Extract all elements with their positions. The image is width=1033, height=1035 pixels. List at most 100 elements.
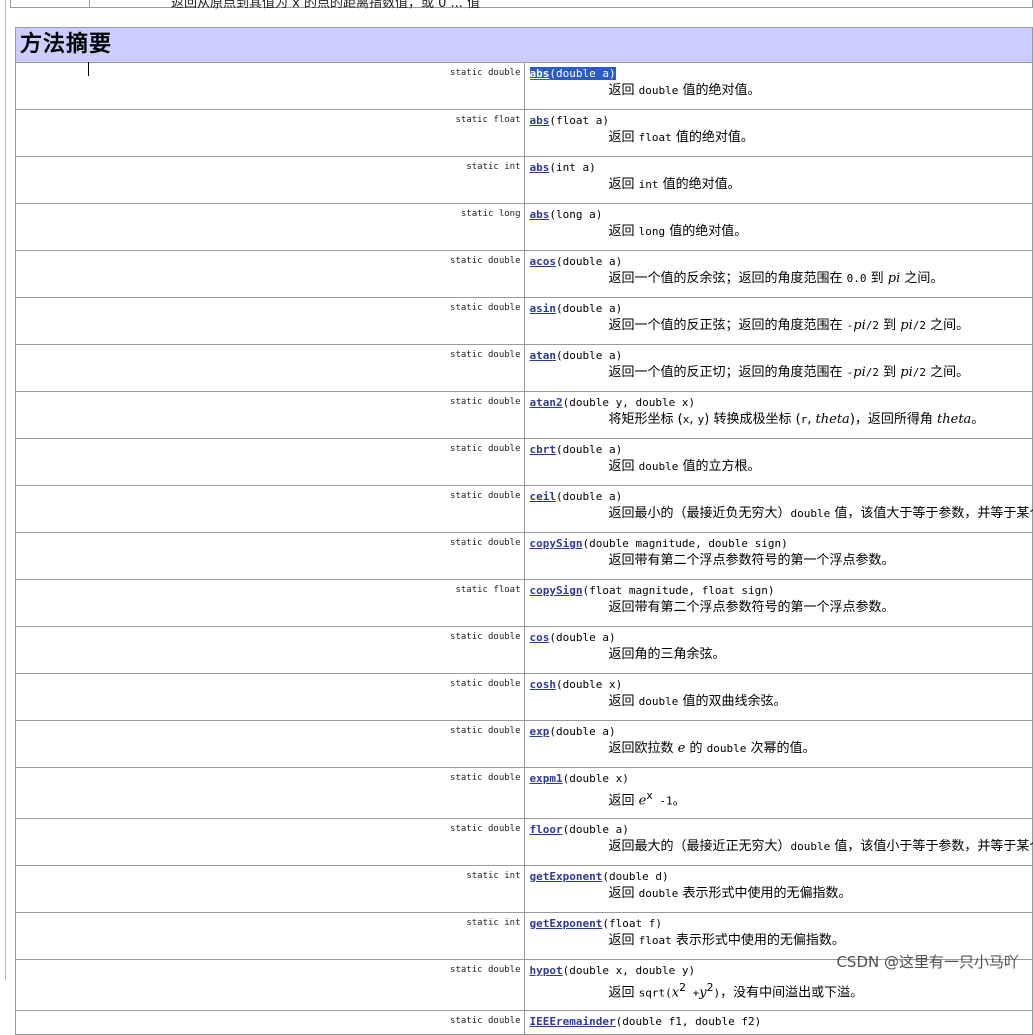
description-fragment: theta	[815, 412, 850, 427]
method-link-abs[interactable]: abs	[530, 208, 550, 221]
method-row: static double cos(double a) 返回角的三角余弦。	[15, 626, 1033, 674]
description-fragment: 返回带有第二个浮点参数符号的第一个浮点参数。	[608, 600, 895, 615]
method-return-type: static double	[15, 767, 525, 819]
method-link-getexponent[interactable]: getExponent	[530, 870, 603, 883]
method-link-floor[interactable]: floor	[530, 823, 563, 836]
description-fragment: ,	[689, 412, 698, 427]
method-link-abs[interactable]: abs	[530, 161, 550, 174]
method-return-type: static double	[15, 62, 525, 110]
method-row: static double asin(double a) 返回一个值的反正弦；返回的…	[15, 297, 1033, 345]
description-fragment: 返回带有第二个浮点参数符号的第一个浮点参数。	[608, 553, 895, 568]
description-fragment: )	[713, 986, 721, 1000]
method-link-abs[interactable]: abs	[530, 67, 550, 80]
method-row: static int getExponent(double d) 返回 double…	[15, 865, 1033, 913]
method-row: static int abs(int a) 返回 int 值的绝对值。	[15, 156, 1033, 204]
method-link-cos[interactable]: cos	[530, 631, 550, 644]
description-fragment: 返回	[608, 694, 639, 709]
method-link-ceil[interactable]: ceil	[530, 490, 557, 503]
description-fragment: float	[638, 131, 672, 144]
method-params: (double a)	[549, 631, 616, 644]
method-return-type: static double	[15, 250, 525, 298]
description-fragment: 返回一个值的反正切；返回的角度范围在	[608, 365, 847, 380]
method-link-abs[interactable]: abs	[530, 114, 550, 127]
description-fragment: 返回一个值的反正弦；返回的角度范围在	[608, 318, 847, 333]
method-params: (double x)	[562, 772, 629, 785]
method-link-copysign[interactable]: copySign	[530, 537, 583, 550]
method-link-exp[interactable]: exp	[530, 725, 550, 738]
description-fragment: 2	[706, 981, 714, 994]
method-signature: abs(double a)	[529, 66, 1033, 81]
description-fragment: 之间。	[926, 318, 970, 333]
method-description: 返回 double 值的立方根。	[530, 457, 1033, 477]
description-fragment: 返回	[608, 177, 639, 192]
method-link-hypot[interactable]: hypot	[530, 964, 563, 977]
method-signature: cos(double a)	[530, 630, 1033, 645]
method-row: static long abs(long a) 返回 long 值的绝对值。	[15, 203, 1033, 251]
description-fragment: int	[638, 178, 659, 191]
description-fragment: 。	[971, 412, 985, 427]
method-signature: expm1(double x)	[530, 771, 1033, 786]
method-return-type: static double	[15, 438, 525, 486]
description-fragment: 返回	[608, 985, 639, 1001]
method-link-getexponent[interactable]: getExponent	[530, 917, 603, 930]
method-row: static double abs(double a) 返回 double 值的绝对…	[15, 62, 1033, 110]
method-detail: abs(long a) 返回 long 值的绝对值。	[523, 203, 1033, 251]
method-link-acos[interactable]: acos	[530, 255, 557, 268]
description-fragment: 值的绝对值。	[671, 130, 754, 145]
method-link-atan2[interactable]: atan2	[530, 396, 563, 409]
description-fragment: double	[638, 695, 679, 708]
method-description: 返回最大的（最接近正无穷大）double 值，该值小于等于参数，并等于某个整数。	[530, 837, 1033, 857]
method-return-type: static double	[15, 532, 525, 580]
method-link-asin[interactable]: asin	[530, 302, 557, 315]
description-fragment: double	[638, 887, 679, 900]
method-params: (double a)	[556, 490, 623, 503]
method-row: static double exp(double a) 返回欧拉数 e 的 doub…	[15, 720, 1033, 768]
method-link-ieeeremainder[interactable]: IEEEremainder	[530, 1015, 616, 1028]
method-params: (double a)	[556, 255, 623, 268]
method-row: static double ceil(double a) 返回最小的（最接近负无穷大…	[15, 485, 1033, 533]
method-signature: acos(double a)	[530, 254, 1033, 269]
method-row: static double IEEEremainder(double f1, do…	[15, 1010, 1033, 1035]
method-summary-table: 方法摘要 static double abs(double a) 返回 double…	[15, 27, 1033, 1035]
description-fragment: -1	[652, 794, 673, 808]
description-fragment: long	[638, 225, 666, 238]
method-link-atan[interactable]: atan	[530, 349, 557, 362]
method-params: (float a)	[549, 114, 609, 127]
method-row: static double atan2(double y, double x) 将矩…	[15, 391, 1033, 439]
method-return-type: static long	[15, 203, 525, 251]
method-signature: copySign(float magnitude, float sign)	[530, 583, 1033, 598]
method-link-cosh[interactable]: cosh	[530, 678, 557, 691]
description-fragment: /2	[912, 319, 926, 332]
description-fragment: ,	[807, 412, 816, 427]
method-signature: asin(double a)	[530, 301, 1033, 316]
method-return-type: static double	[15, 1010, 525, 1035]
method-return-type: static int	[15, 912, 525, 960]
method-description: 返回带有第二个浮点参数符号的第一个浮点参数。	[530, 551, 1033, 571]
method-params: (double a)	[556, 443, 623, 456]
method-description: 返回欧拉数 e 的 double 次幂的值。	[530, 739, 1033, 759]
method-params: (double a)	[549, 725, 616, 738]
description-fragment: double	[638, 84, 679, 97]
method-params: (float magnitude, float sign)	[582, 584, 775, 597]
description-fragment: +	[686, 986, 700, 1000]
section-title: 方法摘要	[15, 27, 1033, 63]
method-signature: cosh(double x)	[530, 677, 1033, 692]
description-fragment: 返回一个值的反余弦；返回的角度范围在	[608, 271, 847, 286]
description-fragment: double	[638, 460, 679, 473]
method-row: static double floor(double a) 返回最大的（最接近正无穷…	[15, 818, 1033, 866]
method-signature: IEEEremainder(double f1, double f2)	[530, 1014, 1033, 1029]
method-params: (double x, double y)	[562, 964, 696, 977]
method-params: (double x)	[556, 678, 623, 691]
method-link-cbrt[interactable]: cbrt	[530, 443, 557, 456]
method-row: static double acos(double a) 返回一个值的反余弦；返回的…	[15, 250, 1033, 298]
description-fragment: 返回	[608, 886, 639, 901]
previous-table-divider	[89, 0, 90, 8]
method-description: 返回 sqrt(x2 +y2)，没有中间溢出或下溢。	[530, 978, 1033, 1003]
description-fragment: 到	[866, 271, 888, 286]
method-params: (float f)	[602, 917, 662, 930]
method-link-copysign[interactable]: copySign	[530, 584, 583, 597]
method-link-expm1[interactable]: expm1	[530, 772, 563, 785]
method-params: (double a)	[549, 67, 616, 80]
method-description: 将矩形坐标 (x, y) 转换成极坐标 (r, theta)，返回所得角 the…	[530, 410, 1033, 430]
method-row: static float copySign(float magnitude, fl…	[15, 579, 1033, 627]
